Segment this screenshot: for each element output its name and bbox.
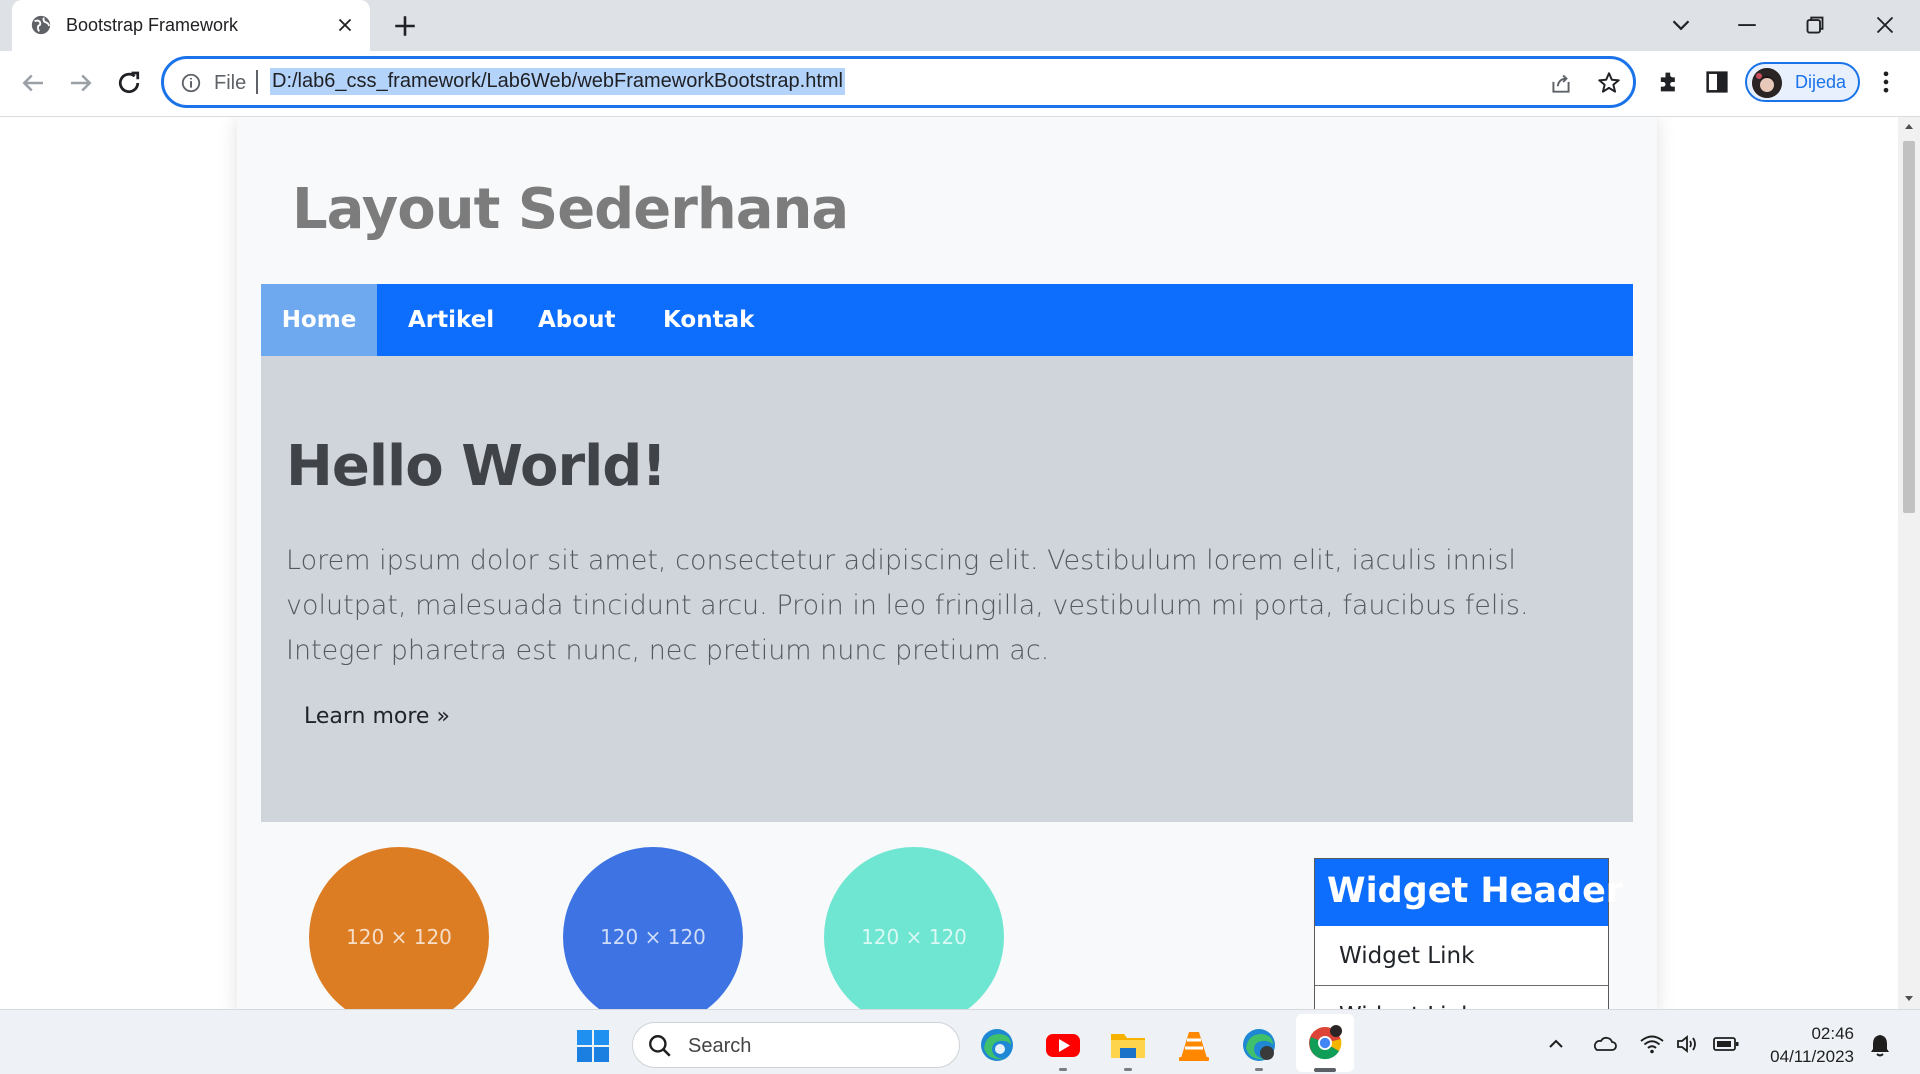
hero-title: Hello World! bbox=[286, 434, 667, 499]
minimize-icon[interactable] bbox=[1732, 10, 1762, 40]
placeholder-label: 120 × 120 bbox=[861, 925, 967, 949]
taskbar-search[interactable]: Search bbox=[632, 1022, 960, 1068]
tab-search-icon[interactable] bbox=[1666, 10, 1696, 40]
tab-strip: Bootstrap Framework bbox=[0, 0, 1920, 51]
learn-more-link[interactable]: Learn more » bbox=[304, 704, 450, 729]
sidebar-widget: Widget Header Widget Link Widget Link bbox=[1314, 858, 1623, 1009]
search-placeholder: Search bbox=[688, 1035, 752, 1057]
profile-button[interactable]: Dijeda bbox=[1745, 62, 1860, 102]
tab-title: Bootstrap Framework bbox=[66, 15, 239, 35]
taskbar: Search 02:46 04/11/2023 bbox=[0, 1009, 1920, 1074]
extensions-icon[interactable] bbox=[1655, 68, 1683, 96]
profile-name: Dijeda bbox=[1795, 72, 1847, 92]
scroll-down-icon[interactable] bbox=[1904, 993, 1914, 1003]
wifi-icon[interactable] bbox=[1638, 1032, 1666, 1056]
url-text[interactable]: D:/lab6_css_framework/Lab6Web/webFramewo… bbox=[270, 68, 845, 95]
globe-icon bbox=[31, 15, 51, 35]
back-icon[interactable] bbox=[18, 68, 48, 98]
restore-icon[interactable] bbox=[1800, 10, 1830, 40]
menu-kebab-icon[interactable] bbox=[1872, 68, 1900, 96]
site-title: Layout Sederhana bbox=[292, 177, 849, 242]
page-viewport: Layout Sederhana Home Artikel About Kont… bbox=[0, 117, 1898, 1009]
scroll-up-icon[interactable] bbox=[1904, 122, 1914, 132]
url-separator bbox=[256, 70, 258, 94]
placeholder-image-1: 120 × 120 bbox=[309, 847, 489, 1009]
chrome-icon[interactable] bbox=[1306, 1024, 1344, 1062]
edge-icon[interactable] bbox=[978, 1026, 1016, 1064]
volume-icon[interactable] bbox=[1674, 1032, 1702, 1056]
info-icon[interactable] bbox=[180, 72, 202, 94]
widget-header: Widget Header bbox=[1315, 859, 1623, 926]
file-explorer-icon[interactable] bbox=[1109, 1026, 1147, 1064]
nav-artikel[interactable]: Artikel bbox=[408, 284, 494, 356]
placeholder-image-3: 120 × 120 bbox=[824, 847, 1004, 1009]
edge-profile-icon[interactable] bbox=[1240, 1026, 1278, 1064]
scroll-thumb[interactable] bbox=[1903, 141, 1915, 513]
running-indicator bbox=[1124, 1068, 1132, 1071]
close-tab-icon[interactable] bbox=[334, 14, 356, 36]
avatar bbox=[1752, 68, 1782, 98]
placeholder-image-2: 120 × 120 bbox=[563, 847, 743, 1009]
vlc-icon[interactable] bbox=[1175, 1026, 1213, 1064]
hero-text: Lorem ipsum dolor sit amet, consectetur … bbox=[286, 545, 1529, 666]
youtube-icon[interactable] bbox=[1044, 1026, 1082, 1064]
side-panel-icon[interactable] bbox=[1703, 68, 1731, 96]
forward-icon[interactable] bbox=[66, 68, 96, 98]
running-indicator bbox=[1255, 1068, 1263, 1071]
share-icon[interactable] bbox=[1548, 70, 1574, 96]
notification-bell-icon[interactable] bbox=[1868, 1032, 1892, 1058]
page-container: Layout Sederhana Home Artikel About Kont… bbox=[237, 117, 1657, 1009]
browser-tab[interactable]: Bootstrap Framework bbox=[12, 0, 370, 51]
chevron-up-icon[interactable] bbox=[1542, 1032, 1570, 1056]
active-indicator bbox=[1314, 1068, 1336, 1072]
vertical-scrollbar[interactable] bbox=[1898, 117, 1920, 1009]
nav-about[interactable]: About bbox=[538, 284, 615, 356]
onedrive-cloud-icon[interactable] bbox=[1590, 1032, 1618, 1056]
search-icon bbox=[649, 1035, 671, 1057]
placeholder-label: 120 × 120 bbox=[600, 925, 706, 949]
reload-icon[interactable] bbox=[114, 68, 144, 98]
battery-icon[interactable] bbox=[1712, 1032, 1740, 1056]
taskbar-clock[interactable]: 02:46 04/11/2023 bbox=[1756, 1022, 1854, 1068]
clock-time: 02:46 bbox=[1811, 1024, 1854, 1043]
address-bar[interactable]: File D:/lab6_css_framework/Lab6Web/webFr… bbox=[161, 56, 1636, 108]
close-window-icon[interactable] bbox=[1870, 10, 1900, 40]
running-indicator bbox=[1059, 1068, 1067, 1071]
hero-section: Hello World! Lorem ipsum dolor sit amet,… bbox=[261, 356, 1633, 822]
nav-kontak[interactable]: Kontak bbox=[663, 284, 754, 356]
widget-link[interactable]: Widget Link bbox=[1315, 986, 1608, 1009]
windows-start-icon[interactable] bbox=[576, 1029, 610, 1063]
main-navbar: Home Artikel About Kontak bbox=[261, 284, 1633, 356]
placeholder-label: 120 × 120 bbox=[346, 925, 452, 949]
url-scheme: File bbox=[214, 72, 247, 94]
widget-link[interactable]: Widget Link bbox=[1315, 926, 1608, 986]
bookmark-star-icon[interactable] bbox=[1596, 70, 1622, 96]
new-tab-icon[interactable] bbox=[392, 13, 418, 39]
nav-home[interactable]: Home bbox=[261, 284, 377, 356]
clock-date: 04/11/2023 bbox=[1770, 1047, 1854, 1066]
